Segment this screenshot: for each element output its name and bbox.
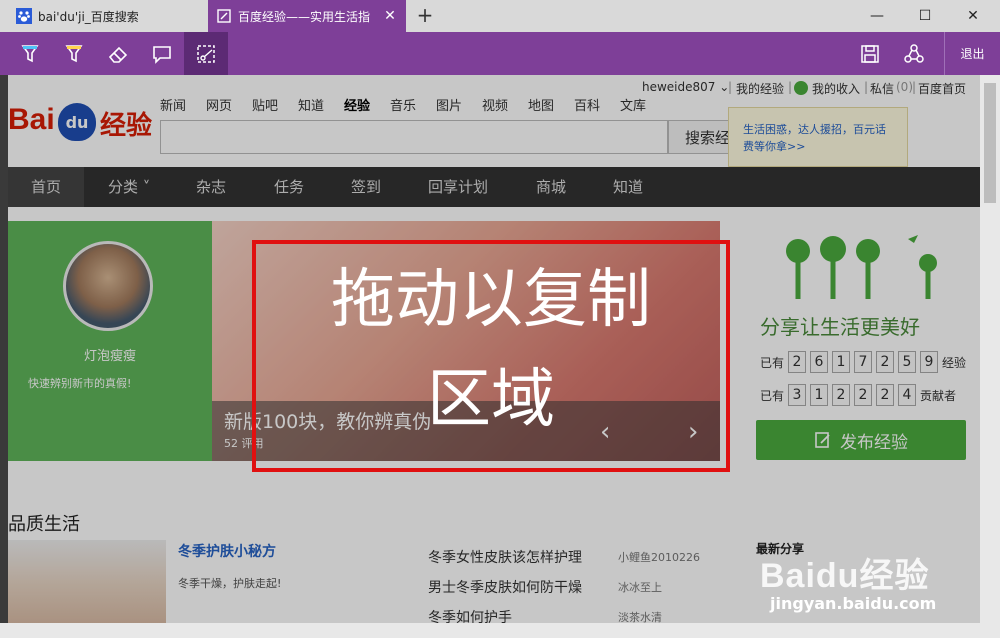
pen-icon <box>21 44 39 62</box>
tab-title: 百度经验——实用生活指 <box>238 9 371 24</box>
minimize-button[interactable]: — <box>852 0 902 32</box>
share-button[interactable] <box>892 32 936 75</box>
note-tool-button[interactable] <box>140 32 184 75</box>
share-icon <box>904 43 924 63</box>
tab-strip: bai'du'ji_百度搜索 百度经验——实用生活指 ✕ + — ☐ ✕ <box>0 0 1000 32</box>
tab-baidu-search[interactable]: bai'du'ji_百度搜索 <box>8 0 208 32</box>
close-window-button[interactable]: ✕ <box>948 0 998 32</box>
pen-tool-button[interactable] <box>8 32 52 75</box>
tab-baidu-jingyan[interactable]: 百度经验——实用生活指 ✕ <box>208 0 406 32</box>
annotation-toolbar: 退出 <box>0 32 1000 75</box>
browser-window: bai'du'ji_百度搜索 百度经验——实用生活指 ✕ + — ☐ ✕ 退出 … <box>0 0 1000 638</box>
save-button[interactable] <box>848 32 892 75</box>
edit-page-icon <box>216 8 232 24</box>
eraser-tool-button[interactable] <box>96 32 140 75</box>
highlighter-tool-button[interactable] <box>52 32 96 75</box>
baidu-jingyan-watermark: Baidu经验 <box>760 557 930 595</box>
maximize-button[interactable]: ☐ <box>900 0 950 32</box>
comment-icon <box>153 45 171 64</box>
scrollbar-thumb[interactable] <box>984 83 996 203</box>
horizontal-scrollbar[interactable] <box>0 623 1000 638</box>
drag-to-copy-hint: 拖动以复制 区域 <box>252 250 730 450</box>
clip-tool-button[interactable] <box>184 32 228 75</box>
vertical-scrollbar[interactable] <box>980 75 1000 623</box>
tab-title: bai'du'ji_百度搜索 <box>38 9 139 24</box>
save-icon <box>861 44 879 63</box>
clip-region-icon <box>197 44 215 63</box>
watermark-url: jingyan.baidu.com <box>770 594 937 613</box>
eraser-icon <box>108 46 128 63</box>
highlighter-icon <box>65 44 83 62</box>
exit-button[interactable]: 退出 <box>944 32 1000 75</box>
close-tab-icon[interactable]: ✕ <box>382 8 398 24</box>
hint-line: 区域 <box>427 363 555 437</box>
new-tab-button[interactable]: + <box>414 4 436 26</box>
baidu-paw-icon <box>16 8 32 24</box>
left-edge <box>0 75 8 623</box>
hint-line: 拖动以复制 <box>331 263 651 337</box>
